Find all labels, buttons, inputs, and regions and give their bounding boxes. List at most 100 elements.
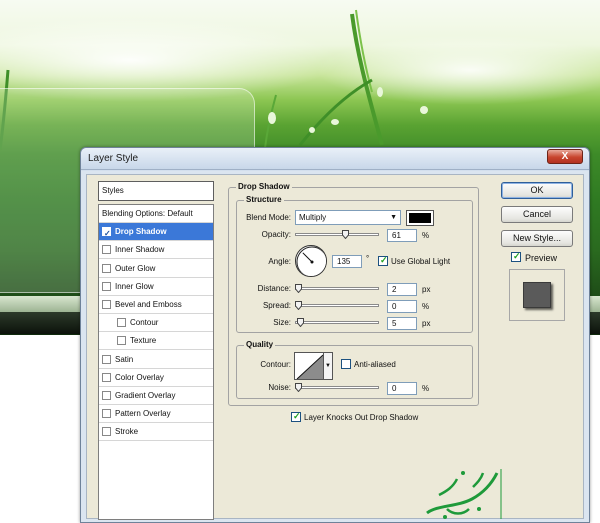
angle-unit: ° xyxy=(366,254,370,263)
preview-label: Preview xyxy=(525,253,558,263)
style-item-label: Bevel and Emboss xyxy=(115,300,182,309)
opacity-slider-track[interactable] xyxy=(295,233,379,236)
style-item[interactable]: Pattern Overlay xyxy=(99,405,213,424)
layer-knocks-out-checkbox[interactable]: ✓ xyxy=(291,411,301,422)
style-item[interactable]: Satin xyxy=(99,351,213,369)
blend-mode-value: Multiply xyxy=(299,213,327,222)
distance-input[interactable]: 2 xyxy=(387,283,417,296)
spread-slider-thumb[interactable] xyxy=(295,301,302,310)
new-style-button[interactable]: New Style... xyxy=(501,230,573,247)
style-item-label: Gradient Overlay xyxy=(115,391,176,400)
quality-group: Quality Contour: ▼ Anti-aliased Noise: 0… xyxy=(236,340,473,399)
style-item-label: Stroke xyxy=(115,427,139,437)
style-item[interactable]: Outer Glow xyxy=(99,260,213,278)
contour-label: Contour: xyxy=(260,360,291,369)
style-item-label: Contour xyxy=(130,318,159,328)
distance-slider-track[interactable] xyxy=(295,287,379,290)
spread-slider-track[interactable] xyxy=(295,304,379,307)
preview-checkbox[interactable]: ✓ xyxy=(511,251,521,262)
layer-knocks-out-label: Layer Knocks Out Drop Shadow xyxy=(304,413,419,422)
angle-label: Angle: xyxy=(268,257,291,266)
size-slider-thumb[interactable] xyxy=(296,318,304,327)
structure-title: Structure xyxy=(244,195,284,204)
preview-square xyxy=(523,282,551,308)
style-item[interactable]: Inner Glow xyxy=(99,278,213,296)
style-item[interactable]: ✓ Drop Shadow xyxy=(99,223,213,242)
style-checkbox[interactable] xyxy=(117,318,126,328)
contour-dropdown[interactable]: ▼ xyxy=(324,352,333,380)
style-item-label: Color Overlay xyxy=(115,372,164,382)
anti-aliased-checkbox[interactable] xyxy=(341,359,351,369)
drop-shadow-group: Drop Shadow Structure Blend Mode: Multip… xyxy=(228,182,479,422)
noise-input[interactable]: 0 xyxy=(387,382,417,395)
size-unit: px xyxy=(422,319,431,328)
style-checkbox[interactable] xyxy=(102,409,111,419)
structure-group: Structure Blend Mode: Multiply ▼ Opacity… xyxy=(236,195,473,333)
style-checkbox[interactable] xyxy=(102,354,111,364)
style-item-label: Blending Options: Default xyxy=(102,209,193,218)
style-item[interactable]: Texture xyxy=(99,332,213,351)
noise-unit: % xyxy=(422,384,430,393)
chevron-down-icon: ▼ xyxy=(325,363,331,369)
distance-slider-thumb[interactable] xyxy=(295,284,302,293)
style-item-label: Satin xyxy=(115,354,134,364)
style-item[interactable]: Contour xyxy=(99,314,213,333)
style-checkbox[interactable] xyxy=(102,245,111,255)
distance-label: Distance: xyxy=(257,284,291,293)
title-bar[interactable]: Layer Style X xyxy=(81,148,589,170)
use-global-light-checkbox[interactable]: ✓ xyxy=(378,255,388,266)
style-item[interactable]: Stroke xyxy=(99,423,213,442)
distance-unit: px xyxy=(422,285,431,294)
styles-list: Blending Options: Default ✓ Drop Shadow Inn… xyxy=(98,204,214,520)
opacity-label: Opacity: xyxy=(261,230,291,239)
blend-mode-select[interactable]: Multiply ▼ xyxy=(295,210,401,225)
style-checkbox[interactable] xyxy=(102,372,111,382)
close-button[interactable]: X xyxy=(547,149,583,164)
check-icon: ✓ xyxy=(380,255,388,265)
style-checkbox[interactable] xyxy=(102,391,111,400)
style-checkbox[interactable]: ✓ xyxy=(102,227,111,238)
size-input[interactable]: 5 xyxy=(387,317,417,330)
cancel-button[interactable]: Cancel xyxy=(501,206,573,223)
style-item-label: Outer Glow xyxy=(115,263,156,273)
dialog-body: Styles Blending Options: Default ✓ Drop Sh… xyxy=(86,174,584,520)
window-title: Layer Style xyxy=(88,153,139,164)
size-label: Size: xyxy=(273,318,291,327)
style-item-label: Inner Glow xyxy=(115,281,154,291)
opacity-slider-thumb[interactable] xyxy=(341,230,349,239)
style-item[interactable]: Color Overlay xyxy=(99,369,213,387)
quality-title: Quality xyxy=(244,340,276,349)
style-checkbox[interactable] xyxy=(102,300,111,309)
check-icon: ✓ xyxy=(293,411,301,421)
chevron-down-icon: ▼ xyxy=(390,214,397,221)
style-item-label: Drop Shadow xyxy=(115,227,167,237)
ok-button[interactable]: OK xyxy=(501,182,573,199)
angle-input[interactable]: 135 xyxy=(332,255,362,268)
opacity-unit: % xyxy=(422,231,430,240)
angle-dial[interactable] xyxy=(295,245,327,277)
check-icon: ✓ xyxy=(513,251,521,261)
noise-slider-thumb[interactable] xyxy=(295,383,302,392)
style-item[interactable]: Blending Options: Default xyxy=(99,205,213,223)
opacity-input[interactable]: 61 xyxy=(387,229,417,242)
anti-aliased-label: Anti-aliased xyxy=(354,360,396,369)
size-slider-track[interactable] xyxy=(295,321,379,324)
style-item[interactable]: Bevel and Emboss xyxy=(99,296,213,314)
spread-unit: % xyxy=(422,302,430,311)
spread-input[interactable]: 0 xyxy=(387,300,417,313)
drop-shadow-title: Drop Shadow xyxy=(236,182,292,191)
style-checkbox[interactable] xyxy=(102,263,111,273)
style-item[interactable]: Gradient Overlay xyxy=(99,387,213,405)
shadow-color-swatch[interactable] xyxy=(406,210,434,226)
style-item-label: Inner Shadow xyxy=(115,245,165,255)
style-checkbox[interactable] xyxy=(102,427,111,437)
style-checkbox[interactable] xyxy=(117,336,126,346)
use-global-light-label: Use Global Light xyxy=(391,257,451,266)
styles-header[interactable]: Styles xyxy=(98,181,214,201)
style-item[interactable]: Inner Shadow xyxy=(99,241,213,260)
contour-picker[interactable] xyxy=(294,352,324,380)
style-item-label: Pattern Overlay xyxy=(115,409,171,419)
noise-slider-track[interactable] xyxy=(295,386,379,389)
style-checkbox[interactable] xyxy=(102,281,111,291)
style-preview xyxy=(509,269,565,321)
